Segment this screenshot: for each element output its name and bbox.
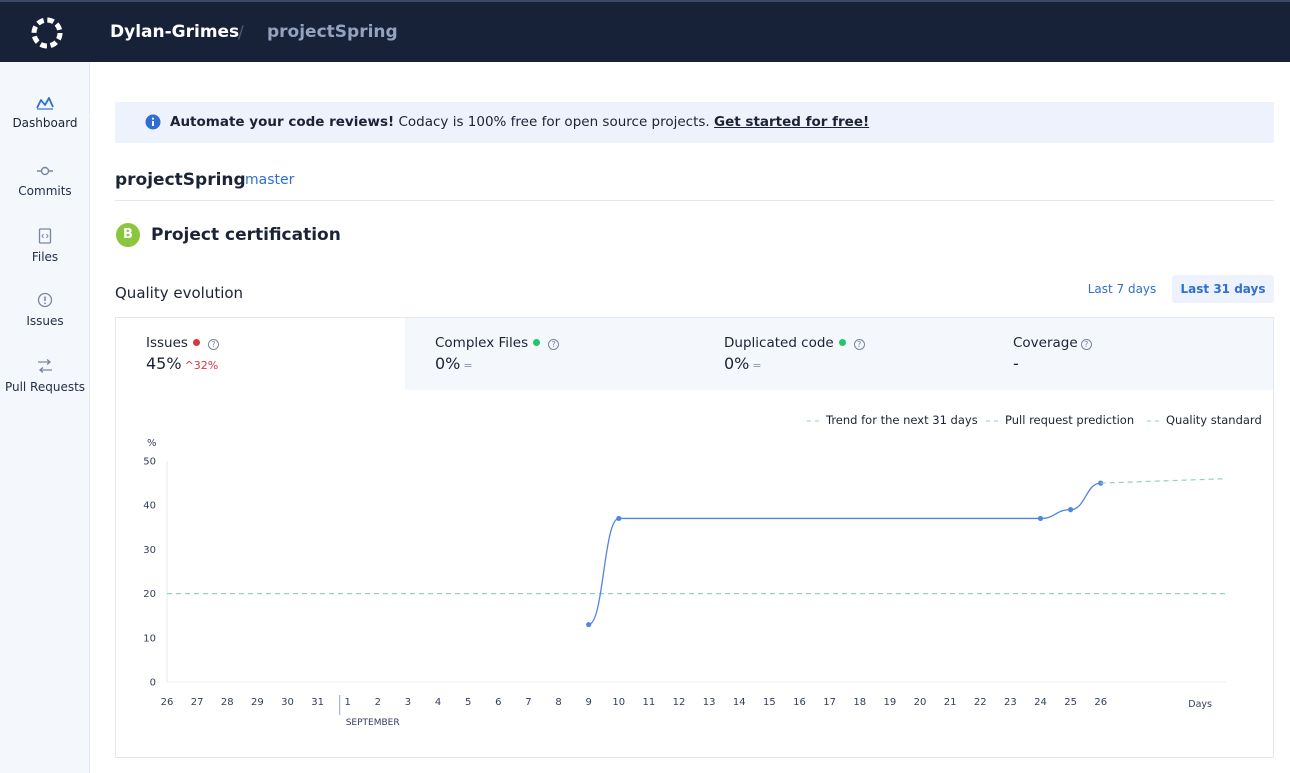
x-tick-label: 26 [161,697,174,708]
breadcrumb-owner[interactable]: Dylan-Grimes [110,22,239,42]
y-axis-label: % [147,438,157,449]
x-tick-label: 24 [1034,697,1047,708]
data-point [586,621,592,628]
breadcrumb-separator: / [238,23,244,43]
sidebar-item-label: Dashboard [12,116,78,130]
x-tick-label: 30 [281,697,294,708]
file-icon [38,228,52,244]
certification-title: Project certification [151,225,341,245]
legend-entry: Quality standard [1166,413,1262,427]
chart-icon [36,97,54,110]
y-tick-label: 20 [143,589,156,600]
sidebar-item-dashboard[interactable]: Dashboard [0,96,90,148]
x-tick-label: 16 [793,697,806,708]
x-tick-label: 27 [191,697,204,708]
data-point [1068,507,1074,513]
x-tick-label: 28 [221,697,234,708]
y-tick-label: 0 [150,678,156,689]
y-tick-label: 10 [143,633,156,644]
range-last-7-days-button[interactable]: Last 7 days [1082,275,1162,303]
month-label: SEPTEMBER [346,718,400,728]
banner-text: Automate your code reviews! Codacy is 10… [170,114,869,130]
x-tick-label: 4 [435,697,441,708]
commit-icon [37,166,53,176]
sidebar-item-label: Pull Requests [4,380,86,394]
x-tick-label: 12 [673,697,686,708]
x-tick-label: 18 [853,697,866,708]
banner-bold: Automate your code reviews! [170,114,395,130]
quality-chart: %0102030405026 27 28 29 30 31 1 2 3 4 5 6 7 8 9 10 11 12 1… [143,413,1262,728]
banner-body: Codacy is 100% free for open source proj… [394,114,715,130]
quality-panel: Issues? 45% ^32% Complex Files? 0% = Dupli… [115,317,1274,758]
x-tick-label: 10 [612,697,625,708]
x-tick-label: 17 [823,697,836,708]
x-tick-label: 5 [465,697,471,708]
x-tick-label: 2 [375,697,381,708]
breadcrumb-project[interactable]: projectSpring [267,22,398,42]
y-tick-label: 40 [143,501,156,512]
legend-entry: Pull request prediction [1005,413,1134,427]
x-tick-label: 7 [525,697,531,708]
x-tick-label: 21 [944,697,957,708]
y-tick-label: 50 [143,457,156,468]
divider [115,200,1274,201]
promo-banner: Automate your code reviews! Codacy is 10… [115,102,1274,143]
data-point [616,515,622,522]
legend-entry: Trend for the next 31 days [825,413,978,427]
sidebar-item-pull-requests[interactable]: Pull Requests [0,358,90,410]
x-tick-label: 29 [251,697,264,708]
x-tick-label: 26 [1094,697,1107,708]
codacy-logo-icon[interactable] [30,16,64,50]
range-last-31-days-button[interactable]: Last 31 days [1172,275,1274,303]
x-tick-label: 15 [763,697,776,708]
x-axis-label: Days [1188,699,1212,710]
grade-badge: B [116,223,140,247]
x-tick-label: 3 [405,697,411,708]
get-started-link[interactable]: Get started for free! [714,114,869,130]
info-icon [145,114,161,130]
x-tick-label: 25 [1064,697,1077,708]
sidebar-item-label: Commits [18,184,72,198]
x-tick-label: 8 [555,697,561,708]
active-pointer [89,108,97,124]
branch-selector[interactable]: master [245,172,294,188]
issues-series-line [588,482,1101,626]
x-tick-label: 13 [703,697,716,708]
quality-evolution-title: Quality evolution [115,284,244,302]
data-point [1037,515,1044,522]
sidebar-item-commits[interactable]: Commits [0,164,90,216]
x-tick-label: 19 [884,697,897,708]
top-bar: Dylan-Grimes / projectSpring [0,0,1290,62]
y-tick-label: 30 [143,545,156,556]
project-title: projectSpring [115,170,246,190]
x-tick-label: 20 [914,697,927,708]
x-tick-label: 31 [311,697,324,708]
trend-line [1100,478,1227,484]
x-tick-label: 22 [974,697,987,708]
sidebar-item-label: Issues [26,314,64,328]
sidebar-item-issues[interactable]: Issues [0,292,90,344]
x-tick-label: 23 [1004,697,1017,708]
sidebar: Dashboard Commits Files Issues Pull Requ… [0,62,90,773]
x-tick-label: 6 [495,697,501,708]
x-tick-label: 14 [733,697,746,708]
sidebar-item-label: Files [31,250,59,264]
pull-request-icon [38,359,52,373]
sidebar-item-files[interactable]: Files [0,228,90,280]
x-tick-label: 1 [345,697,351,708]
x-tick-label: 11 [643,697,656,708]
x-tick-label: 9 [585,697,591,708]
issue-icon [37,292,53,308]
